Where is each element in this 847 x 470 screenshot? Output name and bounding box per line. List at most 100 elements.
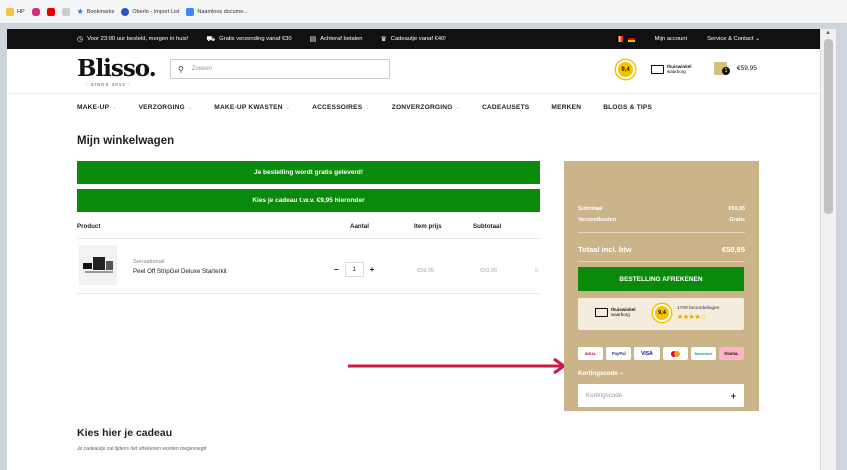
nav-cadeausets[interactable]: CADEAUSETS [482, 104, 529, 111]
scroll-up-icon[interactable]: ▲ [825, 30, 831, 36]
payment-methods: iDEAL PayPal VISA Bancontact Klarna. [578, 347, 745, 360]
thuiswinkel-badge[interactable]: thuiswinkel waarborg [651, 64, 692, 74]
item-subtotal: €59,95 [480, 268, 498, 274]
column-qty: Aantal [350, 223, 369, 230]
quantity-stepper: − 1 + [334, 262, 374, 277]
oberlo-icon [121, 7, 130, 16]
paypal-icon: PayPal [606, 347, 632, 360]
language-switcher[interactable] [615, 35, 635, 43]
increase-button[interactable]: + [370, 265, 375, 274]
shipping-label: Verzendkosten [578, 217, 617, 223]
remove-item-button[interactable]: 0 [535, 268, 538, 274]
plus-icon[interactable]: + [731, 391, 736, 401]
search-icon: ⚲ [178, 64, 184, 74]
nav-merken[interactable]: MERKEN [551, 104, 581, 111]
folder-icon [6, 7, 14, 16]
cart-button[interactable]: 1 €59,95 [714, 62, 757, 75]
usp-payment: ▤ Achteraf betalen [309, 36, 363, 43]
site-header: Blisso. - SINDS 2013 - ⚲ Zoeken 9,4 thui… [7, 49, 820, 94]
cart-total: €59,95 [737, 65, 757, 72]
gift-section-title: Kies hier je cadeau [77, 427, 173, 439]
bookmark-gmail[interactable] [61, 7, 70, 16]
review-count: 1709 beoordelingen [677, 306, 720, 311]
envelope-icon [595, 307, 608, 317]
germany-flag-icon [627, 35, 635, 42]
search-input[interactable]: ⚲ Zoeken [170, 59, 390, 79]
card-icon: ▤ [309, 36, 317, 43]
bookmark-bookmarks[interactable]: ★ Bookmarks [77, 7, 115, 16]
bookmark-oberlo[interactable]: Oberlo - Import List [121, 7, 179, 16]
discount-toggle[interactable]: Kortingscode – [578, 370, 623, 377]
truck-icon: ⛟ [206, 35, 216, 43]
column-product: Product [77, 223, 101, 230]
product-name[interactable]: Peel Off StripGel Deluxe Starterkit [133, 268, 227, 275]
belgium-flag-icon [615, 35, 623, 42]
logo-subtitle: - SINDS 2013 - [86, 82, 131, 87]
shipping-value: Gratis [729, 217, 745, 223]
nav-accessoires[interactable]: ACCESSOIRES ⌄ [312, 104, 370, 111]
subtotal-label: Subtotaal [578, 206, 603, 212]
review-widget[interactable]: thuiswinkel waarborg 9,4 1709 beoordeling… [578, 298, 744, 330]
star-icon: ★ [76, 7, 84, 16]
chevron-down-icon: ⌄ [365, 104, 370, 111]
order-summary: Subtotaal €59,95 Verzendkosten Gratis Tota… [564, 161, 759, 411]
gift-banner[interactable]: Kies je cadeau t.w.v. €9,95 hieronder [77, 189, 540, 212]
usp-delivery: ◷ Voor 23:00 uur besteld, morgen in huis! [77, 36, 189, 43]
nav-zonverzorging[interactable]: ZONVERZORGING ⌄ [392, 104, 460, 111]
chevron-down-icon: ⌄ [455, 104, 460, 111]
total-label: Totaal incl. btw [578, 245, 632, 254]
chevron-down-icon: ⌄ [112, 104, 117, 111]
shopping-bag-icon: 1 [714, 62, 730, 75]
account-link[interactable]: Mijn account [655, 36, 688, 42]
review-rating-badge: 9,4 [653, 304, 671, 322]
bookmark-hp[interactable]: HP [6, 7, 25, 16]
ideal-icon: iDEAL [578, 347, 604, 360]
docs-icon [186, 7, 195, 16]
nav-make-up[interactable]: MAKE-UP ⌄ [77, 104, 117, 111]
bookmark-youtube[interactable] [46, 7, 55, 16]
quantity-field[interactable]: 1 [344, 262, 364, 277]
item-price: €59,95 [417, 268, 435, 274]
instagram-icon [31, 7, 40, 16]
gmail-icon [61, 7, 70, 16]
red-arrow-annotation [348, 357, 567, 375]
usp-gift: ♛ Cadeautje vanaf €40! [380, 36, 446, 43]
subtotal-value: €59,95 [728, 206, 746, 212]
bookmark-instagram[interactable] [31, 7, 40, 16]
chevron-down-icon: ⌄ [187, 104, 193, 111]
clock-icon: ◷ [77, 36, 84, 43]
usp-shipping: ⛟ Gratis verzending vanaf €30 [206, 35, 292, 43]
nav-make-up-kwasten[interactable]: MAKE-UP KWASTEN ⌄ [214, 104, 290, 111]
divider [578, 261, 745, 262]
product-brand[interactable]: Sensationail [133, 259, 165, 265]
bookmark-docs[interactable]: Naamloos docume... [186, 7, 248, 16]
blisso-logo[interactable]: Blisso. [77, 55, 157, 82]
discount-code-input[interactable]: Kortingscode + [578, 384, 744, 407]
visa-icon: VISA [634, 347, 660, 360]
youtube-icon [46, 7, 55, 16]
bancontact-icon: Bancontact [690, 347, 716, 360]
bookmarks-bar: HP ★ Bookmarks Oberlo - Import List Naaml… [0, 0, 847, 23]
column-subtotal: Subtotaal [473, 223, 502, 230]
divider [578, 232, 745, 233]
nav-verzorging[interactable]: VERZORGING ⌄ [139, 104, 193, 111]
scrollbar-thumb[interactable] [824, 39, 833, 214]
nav-blogs-tips[interactable]: BLOGS & TIPS [603, 104, 652, 111]
web-page: ◷ Voor 23:00 uur besteld, morgen in huis!… [7, 29, 820, 470]
cart-count: 1 [722, 67, 730, 75]
scrollbar[interactable]: ▲ [820, 29, 836, 470]
rating-badge[interactable]: 9,4 [616, 60, 635, 79]
chevron-down-icon: ⌄ [285, 104, 291, 111]
total-value: €59,95 [722, 245, 745, 254]
envelope-icon [651, 64, 664, 74]
decrease-button[interactable]: − [334, 265, 339, 274]
mastercard-icon [662, 347, 688, 360]
klarna-icon: Klarna. [718, 347, 745, 360]
column-item-price: Item prijs [414, 223, 442, 230]
usp-bar: ◷ Voor 23:00 uur besteld, morgen in huis!… [7, 29, 820, 49]
product-image[interactable] [79, 245, 117, 285]
service-menu[interactable]: Service & Contact ⌄ [707, 36, 760, 42]
checkout-button[interactable]: BESTELLING AFREKENEN [578, 267, 744, 291]
main-nav: MAKE-UP ⌄ VERZORGING ⌄ MAKE-UP KWASTEN ⌄ AC… [7, 94, 820, 120]
minus-icon: – [619, 370, 624, 377]
